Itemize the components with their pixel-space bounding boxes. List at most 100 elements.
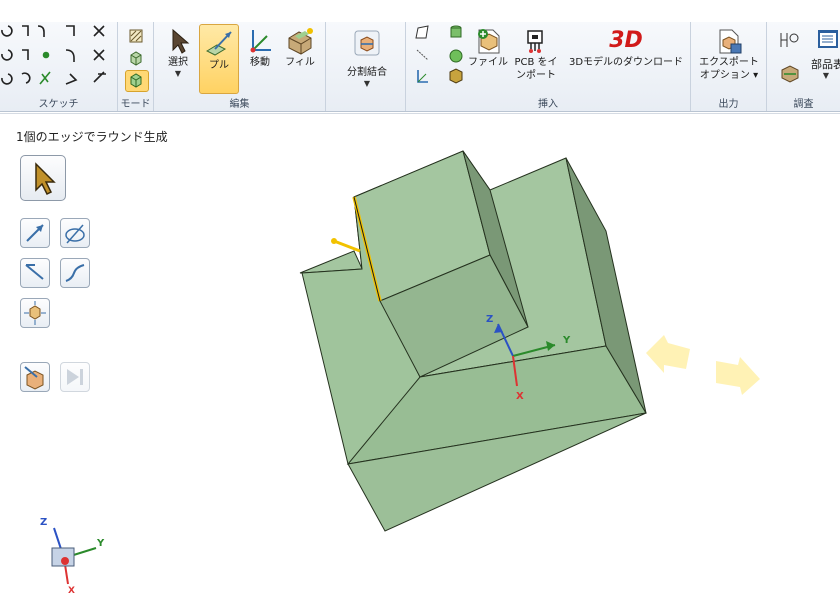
ribbon-group-mode: モード [118,22,154,111]
yellow-arrow-right [716,357,760,395]
file-insert-icon [478,29,500,54]
move-label: 移動 [250,57,270,68]
file-insert-button[interactable]: ファイル [468,26,508,69]
section-mode-icon[interactable] [128,50,144,66]
select-arrow-icon [172,28,190,54]
triad-y-arrowhead [546,341,555,351]
measure-icon[interactable] [777,30,801,50]
ribbon-group-output: エクスポート オプション ▾ 出力 [691,22,767,111]
3d-solid-model[interactable]: Z Y X [0,114,840,585]
group-label-mode: モード [120,99,151,110]
complete-icon [24,366,44,390]
group-label-sketch: スケッチ [38,99,79,110]
group-label-edit: 編集 [229,99,250,110]
ribbon-group-edit: 選択 ▼ プル 移動 フィル 編集 [154,22,326,111]
properties-icon[interactable] [779,62,801,84]
triad-y-axis [512,344,556,357]
pull-handle-arrow [333,239,361,253]
combine-label: 分割結合 [347,67,387,78]
draft-icon [65,264,85,282]
pull-handle-tip [331,238,337,244]
selected-edge [352,196,382,302]
triad-z-arrowhead [494,324,503,333]
orient-y-label: Y [96,538,105,549]
sweep-icon [25,264,44,280]
export-label-1: エクスポート [699,57,759,68]
next-step-tool[interactable] [60,362,90,392]
solid-front-face-bottom [346,345,647,465]
chevron-down-icon: ▼ [363,79,371,88]
combine-button[interactable]: 分割結合 ▼ [336,28,398,89]
orient-x-dot [61,557,69,565]
status-message: 1個のエッジでラウンド生成 [16,130,168,144]
notch-floor-face [379,254,529,378]
yellow-arrow-left [646,335,690,373]
move-icon [250,30,271,53]
export-label-2-text: オプション [699,70,750,81]
solid-lower-face [347,412,647,532]
export-options-button[interactable]: エクスポート オプション ▾ [695,26,763,82]
group-label-output: 出力 [718,99,739,110]
select-label: 選択 [168,57,188,68]
triad-z-axis [497,323,514,357]
selected-edge-outline [353,196,381,302]
title-strip [0,0,840,22]
complete-tool[interactable] [20,362,50,392]
ribbon-group-combine: 分割結合 ▼ [326,22,406,111]
sketch-tools-icons[interactable] [0,22,118,92]
chevron-down-icon: ▼ [822,71,830,80]
3d-mode-icon[interactable] [125,70,149,92]
file-insert-label: ファイル [468,57,508,68]
blend-icon [24,301,46,325]
download-3d-model-button[interactable]: 3D 3Dモデルのダウンロード [566,26,686,69]
fill-label: フィル [285,57,315,68]
pcb-import-button[interactable]: PCB をイ ンポート [510,26,562,82]
pull-button[interactable]: プル [199,24,239,94]
fill-icon [288,28,313,55]
pull-icon [205,31,232,56]
solid-right-side-face [565,157,647,414]
revolve-icon [65,224,85,244]
primitive-shapes-icons[interactable] [414,24,470,90]
sketch-mode-icon[interactable] [128,28,144,44]
ribbon-group-sketch: スケッチ [0,22,118,111]
pcb-import-label-2: ンポート [516,70,556,81]
orientation-triad[interactable]: Z Y X [30,514,110,594]
fill-button[interactable]: フィル [282,26,318,69]
blend-tool[interactable] [20,298,50,328]
notch-top-face [353,150,491,302]
pull-label: プル [209,60,229,71]
triad-x-axis [512,355,518,387]
solid-top-face [299,150,607,378]
bom-icon[interactable] [817,28,839,50]
group-label-insert: 挿入 [538,99,558,110]
3d-logo-icon: 3D [609,28,643,53]
ribbon-group-insert: ファイル PCB をイ ンポート 3D 3Dモデルのダウンロード 挿入 [406,22,691,111]
orient-z-label: Z [40,517,47,528]
triad-z-label: Z [486,314,493,325]
skip-forward-icon [67,369,83,385]
orient-x-label: X [68,586,75,594]
notch-side-face [462,150,529,328]
move-button[interactable]: 移動 [242,26,278,69]
3d-viewport[interactable]: 1個のエッジでラウンド生成 Z Y X Z Y X [0,113,840,594]
select-tool-button[interactable] [20,155,66,201]
select-button[interactable]: 選択 ▼ [160,26,196,79]
select-arrow-icon [35,162,56,196]
solid-front-face-large [301,196,647,465]
bom-label: 部品表 [811,58,840,71]
combine-icon [354,30,380,56]
triad-y-label: Y [562,335,571,346]
revolve-tool[interactable] [60,218,90,248]
export-label-2: オプション ▾ [699,70,759,81]
export-icon [719,29,742,54]
chevron-down-icon: ▼ [174,69,182,78]
pull-direction-tool[interactable] [20,218,50,248]
group-label-inspect: 調査 [793,99,814,110]
pull-arrow-icon [26,224,44,242]
draft-tool[interactable] [60,258,90,288]
ribbon-toolbar: スケッチ モード 選択 ▼ プル 移動 フィル 編集 分割結合 ▼ ファイル P… [0,22,840,112]
bom-button[interactable]: 部品表 ▼ [811,58,840,81]
triad-x-label: X [516,391,524,402]
sweep-tool[interactable] [20,258,50,288]
